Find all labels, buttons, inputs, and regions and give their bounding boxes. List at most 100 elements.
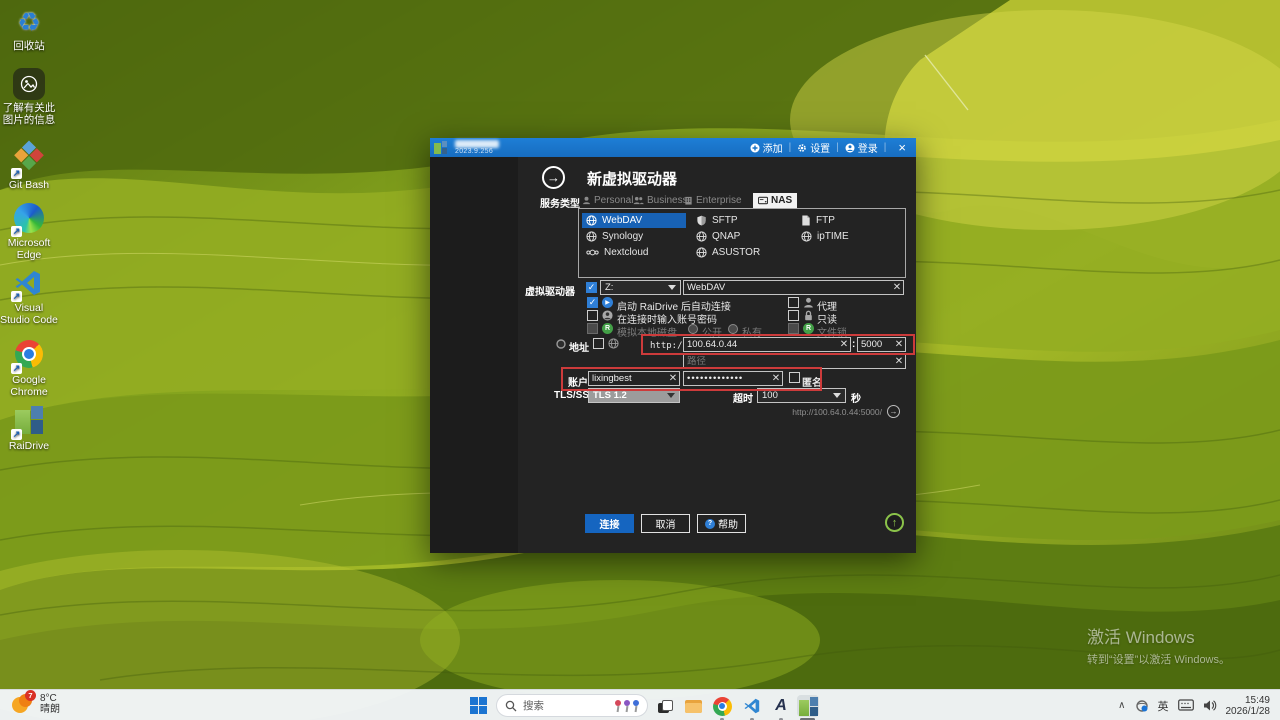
separator: | xyxy=(788,142,792,153)
drive-name-field[interactable]: ✕ xyxy=(683,280,904,295)
service-iptime[interactable]: ipTIME xyxy=(797,229,901,244)
tab-enterprise[interactable]: Enterprise xyxy=(684,193,742,208)
cancel-button[interactable]: 取消 xyxy=(641,514,690,533)
service-asustor[interactable]: ASUSTOR xyxy=(692,245,796,260)
clock[interactable]: 15:49 2026/1/28 xyxy=(1226,695,1271,717)
desktop-icon-git-bash[interactable]: ↗ Git Bash xyxy=(0,140,58,191)
desktop-icon-microsoft-edge[interactable]: ↗ Microsoft Edge xyxy=(0,202,58,261)
login-button[interactable]: 登录 xyxy=(845,140,878,155)
service-sftp[interactable]: SFTP xyxy=(692,213,796,228)
desktop-icon-label: Git Bash xyxy=(8,179,50,191)
desktop-icon-picture-info[interactable]: 了解有关此图片的信息 xyxy=(0,68,58,126)
clear-icon[interactable]: ✕ xyxy=(893,356,905,367)
weather-widget[interactable]: 7 8°C 晴朗 xyxy=(12,690,60,715)
port-field[interactable]: ✕ xyxy=(857,337,906,352)
help-button[interactable]: ? 帮助 xyxy=(697,514,746,533)
search-placeholder: 搜索 xyxy=(523,700,544,712)
preview-url[interactable]: http://100.64.0.44:5000/ xyxy=(792,407,882,417)
clear-icon[interactable]: ✕ xyxy=(893,339,905,350)
path-field[interactable]: ✕ xyxy=(683,354,906,369)
close-button[interactable]: × xyxy=(892,140,912,155)
clear-icon[interactable]: ✕ xyxy=(667,373,679,384)
public-radio xyxy=(688,324,698,334)
touch-keyboard-icon[interactable] xyxy=(1177,699,1194,712)
file-explorer-button[interactable] xyxy=(682,695,704,717)
task-view-button[interactable] xyxy=(654,695,676,717)
vscode-icon xyxy=(744,698,760,714)
drive-letter-select[interactable]: Z: xyxy=(600,280,681,295)
search-box[interactable]: 搜索 xyxy=(496,694,648,717)
desktop-icon-vscode[interactable]: ↗ Visual Studio Code xyxy=(0,268,58,326)
sun-icon: 7 xyxy=(12,690,36,715)
timeout-unit: 秒 xyxy=(851,394,861,405)
clear-icon[interactable]: ✕ xyxy=(891,282,903,293)
drive-enabled-checkbox[interactable] xyxy=(586,282,597,293)
tab-personal[interactable]: Personal xyxy=(582,193,633,208)
tls-select[interactable]: TLS 1.2 xyxy=(588,388,680,403)
scroll-up-button[interactable]: ↑ xyxy=(885,513,904,532)
proxy-checkbox[interactable] xyxy=(788,297,799,308)
desktop-icon-recycle-bin[interactable]: ♻ 回收站 xyxy=(0,6,58,52)
pinned-app-button[interactable]: A xyxy=(770,695,792,717)
auto-connect-checkbox[interactable] xyxy=(587,297,598,308)
service-nextcloud[interactable]: Nextcloud xyxy=(582,245,686,260)
desktop-icon-raidrive[interactable]: ↗ RaiDrive xyxy=(0,404,58,452)
app-name-blurred xyxy=(455,140,499,148)
start-button[interactable] xyxy=(470,697,487,714)
desktop-icon-label: Google Chrome xyxy=(10,374,48,398)
raidrive-window: 2023.9.256 添加 | 设置 | 登录 | × → 新虚拟驱动器 服务类… xyxy=(430,138,916,553)
raidrive-taskbar-button[interactable] xyxy=(797,695,819,717)
chevron-down-icon xyxy=(833,393,841,398)
service-ftp[interactable]: FTP xyxy=(797,213,901,228)
tab-business[interactable]: Business xyxy=(633,193,688,208)
add-button[interactable]: 添加 xyxy=(750,140,783,155)
open-url-icon[interactable]: → xyxy=(887,405,900,418)
username-input[interactable] xyxy=(589,373,667,384)
back-arrow-button[interactable]: → xyxy=(542,166,565,189)
window-titlebar[interactable]: 2023.9.256 添加 | 设置 | 登录 | × xyxy=(430,138,916,157)
dialog-title: 新虚拟驱动器 xyxy=(587,171,678,188)
anonymous-checkbox[interactable] xyxy=(789,372,800,383)
chevron-down-icon xyxy=(667,393,675,398)
clear-icon[interactable]: ✕ xyxy=(770,373,782,384)
globe-icon xyxy=(586,215,597,226)
service-type-label: 服务类型 xyxy=(540,199,580,210)
prompt-credentials-checkbox[interactable] xyxy=(587,310,598,321)
username-field[interactable]: ✕ xyxy=(588,371,680,386)
time-text: 15:49 xyxy=(1244,694,1270,706)
password-input[interactable] xyxy=(684,373,770,384)
desktop-icon-label: 了解有关此图片的信息 xyxy=(2,102,56,126)
speaker-icon[interactable] xyxy=(1203,699,1217,712)
drive-list-panel xyxy=(430,157,518,553)
vscode-taskbar-button[interactable] xyxy=(741,695,763,717)
service-webdav[interactable]: WebDAV xyxy=(582,213,686,228)
settings-button[interactable]: 设置 xyxy=(797,140,830,155)
clear-icon[interactable]: ✕ xyxy=(838,339,850,350)
building-icon xyxy=(685,196,692,205)
drive-name-input[interactable] xyxy=(684,282,891,293)
service-qnap[interactable]: QNAP xyxy=(692,229,796,244)
readonly-checkbox[interactable] xyxy=(788,310,799,321)
path-input[interactable] xyxy=(684,356,893,367)
local-disk-label: 模拟本地磁盘 xyxy=(617,328,677,339)
port-input[interactable] xyxy=(858,339,893,350)
tab-nas[interactable]: NAS xyxy=(753,193,798,208)
search-decoration-icon xyxy=(614,699,639,712)
shortcut-arrow-icon: ↗ xyxy=(11,168,22,179)
chrome-taskbar-button[interactable] xyxy=(711,695,733,717)
timeout-select[interactable]: 100 xyxy=(757,388,846,403)
host-input[interactable] xyxy=(684,339,838,350)
desktop-icon-google-chrome[interactable]: ↗ Google Chrome xyxy=(0,338,58,398)
local-disk-icon xyxy=(602,323,613,334)
service-synology[interactable]: Synology xyxy=(582,229,686,244)
password-field[interactable]: ✕ xyxy=(683,371,783,386)
hidden-icons-chevron[interactable]: ∧ xyxy=(1118,700,1125,711)
network-status-icon[interactable] xyxy=(1135,699,1149,713)
ime-indicator[interactable]: 英 xyxy=(1158,698,1169,714)
globe-small-icon xyxy=(608,338,619,349)
desktop-icon-label: Microsoft Edge xyxy=(7,237,51,261)
raidrive-logo-icon xyxy=(434,141,447,154)
host-field[interactable]: ✕ xyxy=(683,337,851,352)
address-checkbox[interactable] xyxy=(593,338,604,349)
connect-button[interactable]: 连接 xyxy=(585,514,634,533)
